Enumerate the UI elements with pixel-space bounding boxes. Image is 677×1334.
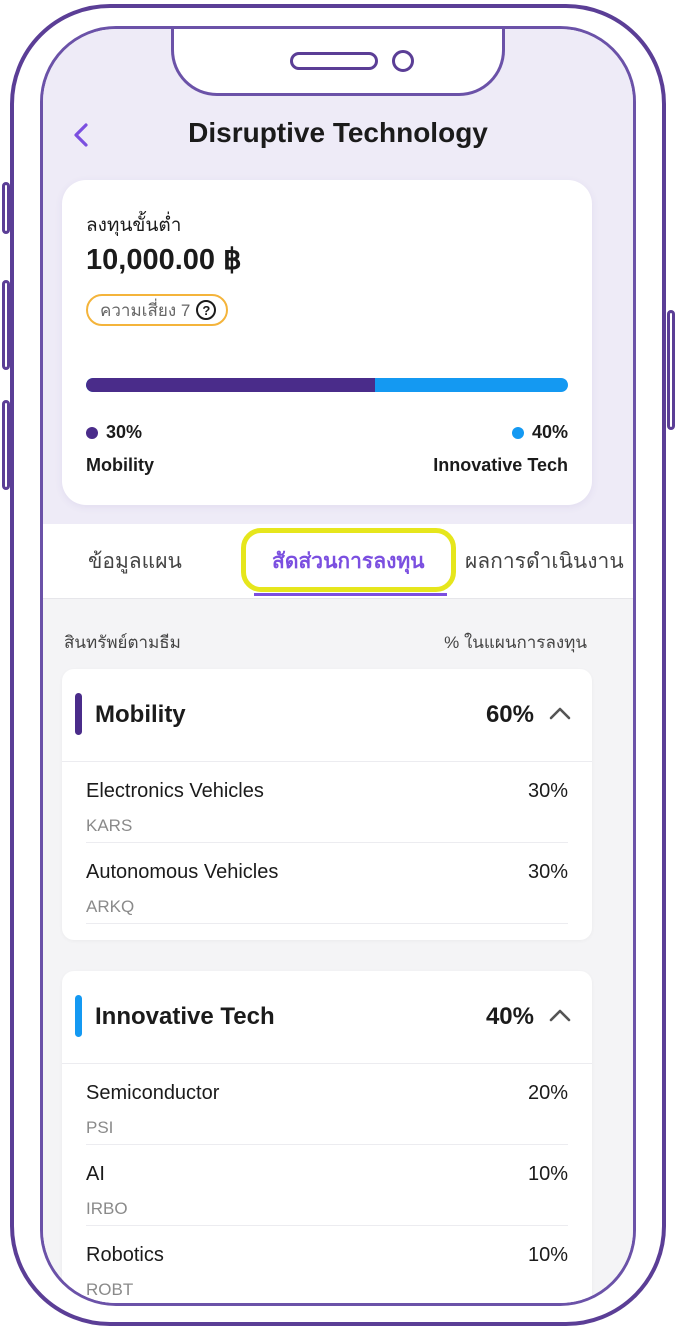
group-percent: 60% [485, 701, 534, 728]
tab-plan-info[interactable]: ข้อมูลแผน [88, 524, 182, 598]
risk-badge[interactable]: ความเสี่ยง 7 ? [86, 294, 229, 326]
group-mobility: Mobility 60% Electronics Vehicles KARS 3… [62, 669, 592, 940]
side-button [2, 280, 10, 370]
camera-icon [392, 50, 414, 72]
power-button [667, 310, 675, 430]
legend-dot [511, 426, 524, 439]
hero-section: Disruptive Technology ลงทุนขั้นต่ำ 10,00… [43, 29, 633, 524]
item-code: PSI [86, 1118, 114, 1137]
summary-card: ลงทุนขั้นต่ำ 10,000.00 ฿ ความเสี่ยง 7 ? … [62, 180, 592, 505]
legend-mobility: 30% Mobility [86, 422, 154, 476]
group-title: Innovative Tech [95, 1003, 275, 1030]
group-percent: 40% [485, 1003, 534, 1030]
chevron-up-icon[interactable] [548, 703, 572, 723]
highlight-box [241, 528, 456, 592]
min-invest-value: 10,000.00 ฿ [86, 244, 242, 276]
group-accent-bar [75, 693, 82, 735]
item-code: IRBO [86, 1199, 128, 1218]
tab-performance[interactable]: ผลการดำเนินงาน [465, 524, 624, 598]
item-code: ROBT [86, 1280, 134, 1299]
phone-notch [171, 29, 505, 96]
item-name: Robotics [86, 1244, 164, 1266]
side-button [2, 400, 10, 490]
item-percent: 30% [527, 861, 568, 883]
chevron-up-icon[interactable] [548, 1005, 572, 1025]
allocation-list: สินทรัพย์ตามธีม % ในแผนการลงทุน Mobility… [43, 599, 633, 1303]
side-button [2, 182, 10, 234]
item-percent: 20% [527, 1082, 568, 1104]
legend-dot [86, 426, 98, 439]
page-title: Disruptive Technology [188, 117, 488, 148]
group-innovative-tech: Innovative Tech 40% Semiconductor PSI 20… [62, 971, 592, 1303]
group-accent-bar [75, 995, 82, 1037]
item-name: Electronics Vehicles [86, 780, 264, 802]
phone-frame: Disruptive Technology ลงทุนขั้นต่ำ 10,00… [10, 4, 666, 1326]
min-invest-label: ลงทุนขั้นต่ำ [86, 215, 182, 236]
list-item[interactable]: Autonomous Vehicles ARKQ 30% [86, 843, 568, 924]
speaker-icon [290, 52, 378, 70]
item-name: Semiconductor [86, 1082, 220, 1104]
legend-innovative-tech: 40% Innovative Tech [433, 422, 568, 476]
group-title: Mobility [95, 701, 186, 728]
item-name: AI [86, 1163, 105, 1185]
phone-screen-border: Disruptive Technology ลงทุนขั้นต่ำ 10,00… [40, 26, 636, 1306]
item-percent: 30% [527, 780, 568, 802]
item-code: ARKQ [86, 897, 135, 916]
allocation-bar-mobility [86, 378, 376, 392]
allocation-bar [86, 378, 568, 392]
item-name: Autonomous Vehicles [86, 861, 279, 883]
list-item[interactable]: Semiconductor PSI 20% [86, 1064, 568, 1145]
item-percent: 10% [527, 1244, 568, 1266]
legend-percent: 40% [531, 422, 568, 442]
list-header-right: % ในแผนการลงทุน [444, 633, 587, 652]
active-tab-indicator [254, 593, 447, 596]
group-header[interactable]: Innovative Tech 40% [62, 971, 592, 1064]
item-code: KARS [86, 816, 133, 835]
item-percent: 10% [527, 1163, 568, 1185]
help-icon[interactable]: ? [196, 300, 217, 320]
list-item[interactable]: Robotics ROBT 10% [86, 1226, 568, 1303]
list-item[interactable]: Electronics Vehicles KARS 30% [86, 762, 568, 843]
legend-name: Innovative Tech [433, 455, 568, 475]
risk-label: ความเสี่ยง 7 [100, 300, 191, 320]
group-header[interactable]: Mobility 60% [62, 669, 592, 762]
screen: Disruptive Technology ลงทุนขั้นต่ำ 10,00… [43, 29, 633, 1303]
list-item[interactable]: AI IRBO 10% [86, 1145, 568, 1226]
list-header-left: สินทรัพย์ตามธีม [64, 633, 181, 652]
legend-percent: 30% [106, 422, 143, 442]
legend-name: Mobility [86, 455, 154, 475]
